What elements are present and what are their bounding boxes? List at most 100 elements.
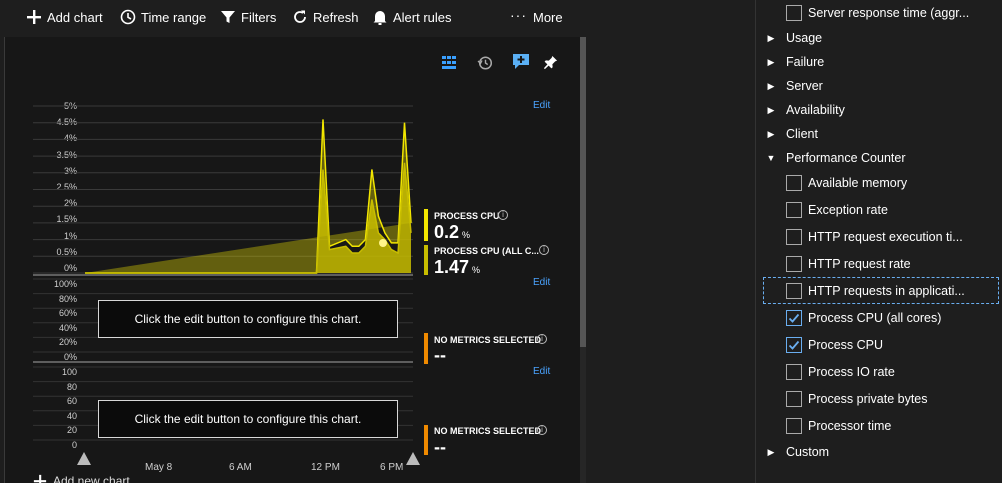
checkbox[interactable] — [786, 228, 802, 245]
checkbox-item-server-response-time[interactable]: Server response time (aggr... — [756, 0, 996, 25]
filters-button[interactable]: Filters — [220, 8, 276, 26]
metric-1-value-number: 0.2 — [434, 222, 460, 242]
chart-3-y-tick-label: 40 — [66, 410, 77, 421]
metric-1-value: 0.2% — [434, 222, 470, 243]
more-button[interactable]: ··· More — [510, 6, 563, 26]
range-start-handle-icon[interactable] — [77, 452, 91, 465]
alert-rules-label: Alert rules — [393, 9, 452, 25]
checkbox[interactable] — [786, 255, 802, 272]
checkbox-label: HTTP request execution ti... — [808, 229, 963, 244]
metric-2-unit: % — [472, 265, 481, 275]
metric-1-unit: % — [462, 230, 471, 240]
checkbox[interactable] — [786, 174, 802, 191]
chart-1-edit-link[interactable]: Edit — [533, 100, 550, 111]
tree-group-client[interactable]: ▶ Client — [756, 122, 818, 146]
alert-rules-button[interactable]: Alert rules — [372, 8, 452, 26]
checkbox-label: Process CPU (all cores) — [808, 310, 942, 325]
checkbox[interactable] — [786, 336, 802, 353]
chart-2-y-tick-label: 40% — [58, 322, 77, 333]
chart-3-y-tick-label: 100 — [61, 367, 77, 377]
checkbox[interactable] — [786, 201, 802, 218]
checkmark-icon — [788, 340, 800, 350]
tree-group-availability[interactable]: ▶ Availability — [756, 98, 845, 122]
chart-3-y-tick-label: 80 — [66, 381, 77, 392]
tree-group-label: Failure — [786, 55, 825, 69]
chart-3-metric-color-bar — [424, 425, 428, 455]
tree-group-failure[interactable]: ▶ Failure — [756, 50, 825, 74]
chart-3-y-tick-label: 0 — [71, 440, 77, 450]
chevron-down-icon: ▼ — [766, 153, 776, 163]
metrics-blade: 5% 4.5% 4% 3.5% 3% 2.5% 2% 1.5% 1% 0.5% 0% Edit PR… — [4, 37, 586, 483]
checkbox-item[interactable]: Process private bytes — [756, 386, 996, 411]
metric-2-info-icon[interactable]: i — [539, 245, 549, 255]
tree-group-label: Custom — [786, 445, 830, 459]
checkbox[interactable] — [786, 4, 802, 21]
refresh-label: Refresh — [313, 9, 359, 25]
chart-3-metric-value: -- — [434, 437, 446, 457]
checkbox-item[interactable]: HTTP request execution ti... — [756, 224, 996, 249]
checkbox-label: Exception rate — [808, 202, 888, 217]
tree-group-performance-counter[interactable]: ▼ Performance Counter — [756, 146, 906, 170]
chart-3-configure-message: Click the edit button to configure this … — [98, 400, 398, 438]
chevron-right-icon: ▶ — [767, 104, 775, 115]
tree-group-server[interactable]: ▶ Server — [756, 74, 823, 98]
chevron-right-icon: ▶ — [767, 80, 775, 91]
time-range-button[interactable]: Time range — [120, 8, 206, 26]
checkmark-icon — [788, 313, 800, 323]
chart-3-edit-link[interactable]: Edit — [533, 366, 550, 377]
checkbox-item[interactable]: HTTP request rate — [756, 251, 996, 276]
metric-picker-panel: Server response time (aggr... ▶ Usage ▶ … — [755, 0, 1002, 483]
checkbox-label: HTTP requests in applicati... — [808, 283, 965, 298]
bell-icon — [373, 11, 387, 25]
tree-group-label: Performance Counter — [786, 151, 906, 165]
add-new-chart-label: Add new chart — [53, 474, 130, 483]
tree-group-custom[interactable]: ▶ Custom — [756, 440, 830, 464]
range-end-handle-icon[interactable] — [406, 452, 420, 465]
tree-group-usage[interactable]: ▶ Usage — [756, 26, 823, 50]
x-tick-label: May 8 — [145, 462, 173, 473]
checkbox-item[interactable]: Process IO rate — [756, 359, 996, 384]
chart-2-edit-link[interactable]: Edit — [533, 277, 550, 288]
tree-group-label: Usage — [786, 31, 823, 45]
metric-1-title: PROCESS CPU — [434, 211, 500, 221]
blade-scrollbar-thumb[interactable] — [580, 37, 586, 347]
metric-2-title: PROCESS CPU (ALL C... — [434, 246, 539, 256]
tree-group-label: Server — [786, 79, 823, 93]
checkbox-item[interactable]: HTTP requests in applicati... — [763, 277, 999, 304]
filter-icon — [221, 11, 235, 23]
x-tick-label: 12 PM — [311, 462, 340, 473]
chart-2-y-tick-label: 80% — [58, 293, 77, 304]
checkbox[interactable] — [786, 309, 802, 326]
plus-icon — [33, 474, 47, 483]
hover-point — [379, 239, 387, 247]
metric-1-color-bar — [424, 209, 428, 241]
metric-1-info-icon[interactable]: i — [498, 210, 508, 220]
checkbox[interactable] — [786, 417, 802, 434]
checkbox-item[interactable]: Process CPU (all cores) — [756, 305, 996, 330]
checkbox[interactable] — [786, 363, 802, 380]
checkbox-item[interactable]: Exception rate — [756, 197, 996, 222]
chart-3-info-icon[interactable]: i — [537, 425, 547, 435]
chart-2-metric-color-bar — [424, 333, 428, 364]
checkbox-label: Process private bytes — [808, 391, 928, 406]
checkbox-label: Server response time (aggr... — [808, 5, 970, 20]
more-dots-icon: ··· — [510, 6, 527, 23]
checkbox-item[interactable]: Processor time — [756, 413, 996, 438]
checkbox-label: Processor time — [808, 418, 892, 433]
chart-2-info-icon[interactable]: i — [537, 334, 547, 344]
checkbox[interactable] — [786, 390, 802, 407]
refresh-button[interactable]: Refresh — [292, 8, 359, 26]
add-chart-button[interactable]: Add chart — [26, 8, 103, 26]
add-new-chart-button[interactable]: Add new chart — [33, 474, 130, 483]
checkbox[interactable] — [786, 282, 802, 299]
chart-2-y-tick-label: 20% — [58, 337, 77, 348]
chart-2-configure-message: Click the edit button to configure this … — [98, 300, 398, 338]
checkbox-item[interactable]: Available memory — [756, 170, 996, 195]
chart-3-metric-title: NO METRICS SELECTED — [434, 426, 542, 436]
checkbox-label: Process CPU — [808, 337, 884, 352]
checkbox-item[interactable]: Process CPU — [756, 332, 996, 357]
refresh-icon — [294, 10, 306, 23]
chart-2-y-tick-label: 100% — [53, 279, 77, 289]
blade-scrollbar[interactable] — [580, 37, 586, 483]
checkbox-label: Process IO rate — [808, 364, 895, 379]
